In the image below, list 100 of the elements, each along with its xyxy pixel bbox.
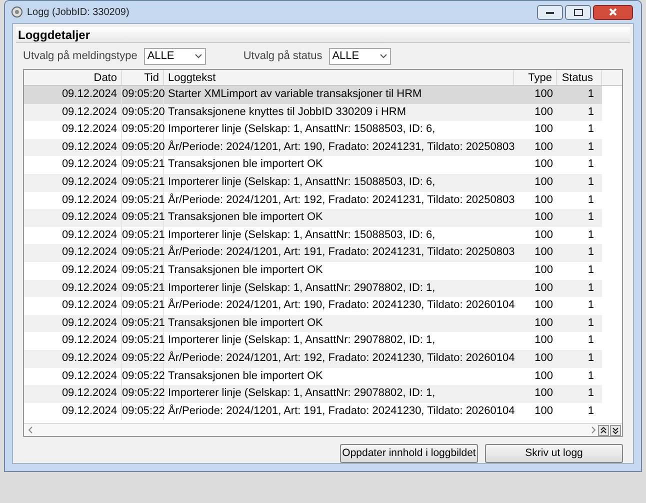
table-row[interactable]: 09.12.2024 09:05:21 Transaksjonen ble importert OK 100 1: [24, 314, 602, 332]
scroll-bottom-icon[interactable]: [610, 424, 621, 436]
table-cell-text: Importerer linje (Selskap: 1, AnsattNr: 15088503, ID: 6,: [167, 122, 436, 138]
table-cell-text: Transaksjonen ble importert OK: [167, 157, 324, 172]
table-cell-text: 1: [586, 174, 595, 190]
table-cell-text: 1: [586, 192, 595, 208]
close-icon: [609, 8, 617, 16]
table-cell-text: År/Periode: 2024/1201, Art: 192, Fradato: 20241231, Tildato: 20250803: [167, 192, 514, 208]
table-cell-text: 100: [534, 316, 554, 331]
caret-icon: [195, 54, 202, 58]
table-cell-text: 1: [586, 333, 595, 348]
table-cell: 09:05:22: [122, 402, 164, 420]
table-row[interactable]: 09.12.2024 09:05:21 År/Periode: 2024/1201, Art: 192, Fradato: 20241231, Tildato: 20250803 100 1: [24, 192, 602, 210]
filter-label: Utvalg på status: [243, 48, 322, 64]
table-cell-text: 1: [586, 262, 595, 278]
table-cell-text: År/Periode: 2024/1201, Art: 192, Fradato: 20241230, Tildato: 20260104: [167, 350, 514, 366]
column-header[interactable]: Loggtekst: [164, 70, 514, 85]
table-row[interactable]: 09.12.2024 09:05:21 Importerer linje (Selskap: 1, AnsattNr: 15088503, ID: 6, 100 1: [24, 226, 602, 244]
table-row[interactable]: 09.12.2024 09:05:20 År/Periode: 2024/1201, Art: 190, Fradato: 20241231, Tildato: 20250803 100 1: [24, 138, 602, 156]
table-cell-text: 100: [534, 404, 554, 419]
table-cell-text: 100: [534, 368, 554, 384]
table-cell-text: 1: [586, 316, 595, 331]
column-header[interactable]: Dato: [24, 70, 122, 85]
table-cell-text: År/Periode: 2024/1201, Art: 190, Fradato: 20241231, Tildato: 20250803: [167, 139, 514, 155]
table-cell-text: 100: [534, 157, 554, 172]
table-cell-text: 100: [534, 350, 554, 366]
table-cell-text: År/Periode: 2024/1201, Art: 191, Fradato: 20241231, Tildato: 20250803: [167, 244, 514, 260]
table-row[interactable]: 09.12.2024 09:05:22 Transaksjonen ble importert OK 100 1: [24, 368, 602, 386]
table-cell-text: Importerer linje (Selskap: 1, AnsattNr: 29078802, ID: 1,: [167, 386, 436, 402]
panel-title: Loggdetaljer: [18, 26, 90, 44]
table-cell-text: 1: [586, 157, 595, 172]
table-cell-text: 100: [534, 192, 554, 208]
table-cell-text: År/Periode: 2024/1201, Art: 190, Fradato: 20241230, Tildato: 20260104: [167, 297, 514, 314]
column-header[interactable]: Tid: [122, 70, 164, 85]
table-cell-text: 1: [586, 280, 595, 296]
table-cell-text: 100: [534, 298, 554, 314]
table-cell-text: 100: [534, 140, 554, 155]
maximize-button[interactable]: [565, 4, 591, 20]
table-cell-text: 1: [586, 404, 595, 419]
scroll-right-icon: [589, 426, 597, 434]
table-cell-text: Transaksjonene knyttes til JobbID 330209 i HRM: [167, 104, 408, 120]
horizontal-scrollbar[interactable]: [24, 423, 622, 436]
table-cell-text: 1: [586, 245, 595, 260]
table-cell-text: Importerer linje (Selskap: 1, AnsattNr: 29078802, ID: 1,: [167, 280, 436, 296]
table-cell-text: Transaksjonen ble importert OK: [167, 262, 324, 278]
minimize-icon: [546, 10, 554, 14]
table-cell-text: 100: [534, 104, 554, 120]
table-cell-text: 1: [586, 210, 595, 226]
table-row[interactable]: 09.12.2024 09:05:21 År/Periode: 2024/1201, Art: 191, Fradato: 20241231, Tildato: 20250803 100 1: [24, 244, 602, 262]
filter-dropdown[interactable]: ALLE: [329, 48, 392, 64]
table-cell-text: 1: [586, 104, 595, 120]
maximize-icon: [574, 8, 582, 16]
column-header[interactable]: Status: [557, 70, 602, 85]
table-row[interactable]: 09.12.2024 09:05:20 Transaksjonene knyttes til JobbID 330209 i HRM 100 1: [24, 104, 602, 122]
table-row[interactable]: 09.12.2024 09:05:21 Transaksjonen ble importert OK 100 1: [24, 209, 602, 227]
table-cell-text: 1: [586, 368, 595, 384]
table-cell-text: 100: [534, 228, 554, 243]
table-cell: 09.12.2024: [24, 402, 122, 420]
scroll-top-icon[interactable]: [598, 424, 609, 436]
table-cell-text: Importerer linje (Selskap: 1, AnsattNr: 15088503, ID: 6,: [167, 228, 436, 243]
table-row[interactable]: 09.12.2024 09:05:21 Importerer linje (Selskap: 1, AnsattNr: 15088503, ID: 6, 100 1: [24, 174, 602, 192]
filter-dropdown[interactable]: ALLE: [144, 48, 206, 64]
table-cell-text: 100: [534, 87, 554, 102]
table-row[interactable]: 09.12.2024 09:05:22 År/Periode: 2024/1201, Art: 191, Fradato: 20241230, Tildato: 20260104 100 1: [24, 402, 602, 420]
table-row[interactable]: 09.12.2024 09:05:22 År/Periode: 2024/1201, Art: 192, Fradato: 20241230, Tildato: 20260104 100 1: [24, 350, 602, 368]
table-cell-text: Transaksjonen ble importert OK: [167, 368, 324, 384]
table-cell-text: Importerer linje (Selskap: 1, AnsattNr: 29078802, ID: 1,: [167, 333, 436, 348]
table-cell-text: 1: [586, 228, 595, 243]
table-row[interactable]: 09.12.2024 09:05:20 Starter XMLimport av variable transaksjoner til HRM 100 1: [24, 86, 602, 104]
close-button[interactable]: [593, 4, 633, 20]
table-cell-text: 100: [534, 386, 554, 402]
minimize-button[interactable]: [537, 4, 563, 20]
table-cell-text: 1: [586, 87, 595, 102]
table-cell-text: År/Periode: 2024/1201, Art: 191, Fradato: 20241230, Tildato: 20260104: [167, 403, 514, 419]
window-title: Logg (JobbID: 330209): [27, 6, 130, 20]
caret-icon: [380, 54, 388, 58]
table-cell-text: Transaksjonen ble importert OK: [167, 316, 324, 331]
action-button[interactable]: Oppdater innhold i loggbildet: [340, 444, 478, 463]
app-icon: [11, 6, 23, 18]
table-cell-text: 100: [534, 262, 554, 278]
table-row[interactable]: 09.12.2024 09:05:21 Importerer linje (Selskap: 1, AnsattNr: 29078802, ID: 1, 100 1: [24, 280, 602, 298]
table-cell-text: Starter XMLimport av variable transaksjoner til HRM: [167, 87, 423, 102]
table-cell-text: 100: [534, 245, 554, 260]
column-header[interactable]: Type: [514, 70, 557, 85]
table-cell-text: 100: [534, 333, 554, 348]
table-cell-text: Transaksjonen ble importert OK: [167, 210, 324, 226]
action-button[interactable]: Skriv ut logg: [485, 444, 623, 463]
table-cell-text: 100: [534, 280, 554, 296]
table-cell-text: 1: [586, 140, 595, 155]
table-cell-text: Importerer linje (Selskap: 1, AnsattNr: 15088503, ID: 6,: [167, 174, 436, 190]
table-cell-text: 1: [586, 122, 595, 138]
table-cell-text: 1: [586, 386, 595, 402]
table-row[interactable]: 09.12.2024 09:05:22 Importerer linje (Selskap: 1, AnsattNr: 29078802, ID: 1, 100 1: [24, 385, 602, 403]
table-cell-text: 100: [534, 174, 554, 190]
table-cell-text: 1: [586, 298, 595, 314]
table-cell-text: 100: [534, 210, 554, 226]
table-cell-text: 1: [586, 350, 595, 366]
scroll-left-icon: [27, 426, 35, 434]
filter-label: Utvalg på meldingstype: [23, 48, 138, 64]
table-cell-text: 100: [534, 122, 554, 138]
